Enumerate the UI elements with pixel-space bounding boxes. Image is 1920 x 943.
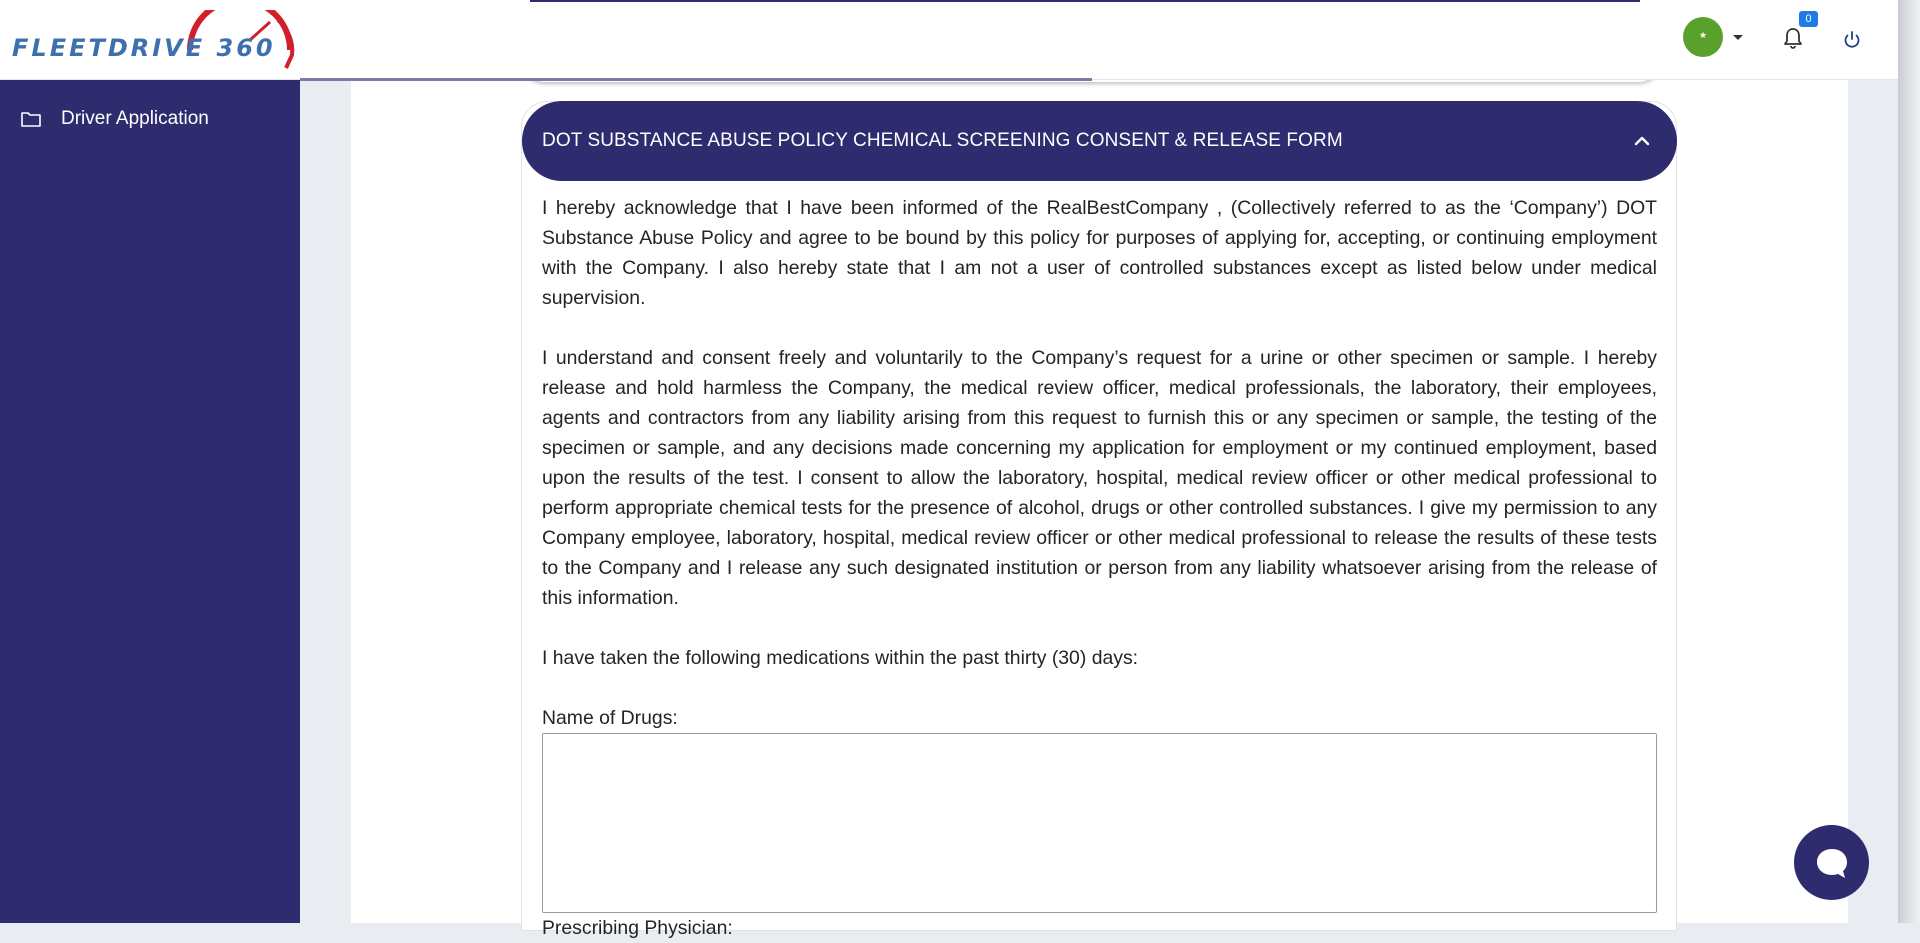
- drugs-label: Name of Drugs:: [542, 707, 678, 729]
- panel-title: DOT SUBSTANCE ABUSE POLICY CHEMICAL SCRE…: [542, 130, 1343, 151]
- power-icon[interactable]: [1841, 29, 1863, 51]
- folder-icon: [21, 112, 41, 127]
- page-progress-strip: [300, 78, 1092, 81]
- header-accent-line: [530, 0, 1640, 2]
- consent-paragraph-medications: I have taken the following medications w…: [542, 647, 1139, 669]
- physician-label: Prescribing Physician:: [542, 917, 733, 939]
- consent-paragraph-release: I understand and consent freely and volu…: [542, 347, 1657, 609]
- consent-content: I hereby acknowledge that I have been in…: [542, 193, 1657, 943]
- logo-wordmark: FLEETDRIVE 360: [12, 34, 276, 62]
- sidebar: Driver Application: [0, 80, 300, 923]
- chevron-up-icon[interactable]: [1632, 131, 1652, 151]
- notification-badge: 0: [1799, 11, 1818, 27]
- chat-bubble-icon: [1816, 848, 1847, 878]
- user-avatar[interactable]: *: [1683, 17, 1723, 57]
- consent-paragraph-acknowledgement: I hereby acknowledge that I have been in…: [542, 197, 1657, 309]
- caret-down-icon[interactable]: [1731, 30, 1745, 44]
- bell-icon[interactable]: [1781, 26, 1805, 50]
- fleetdrive-logo[interactable]: FLEETDRIVE 360: [10, 10, 295, 70]
- consent-panel-header[interactable]: DOT SUBSTANCE ABUSE POLICY CHEMICAL SCRE…: [522, 101, 1677, 181]
- scrollbar[interactable]: [1898, 0, 1920, 923]
- drugs-textarea[interactable]: [542, 733, 1657, 913]
- sidebar-item-driver-application[interactable]: Driver Application: [20, 106, 209, 132]
- sidebar-item-label: Driver Application: [61, 108, 209, 129]
- top-header: FLEETDRIVE 360 * 0: [0, 0, 1898, 80]
- chat-widget-button[interactable]: [1794, 825, 1869, 900]
